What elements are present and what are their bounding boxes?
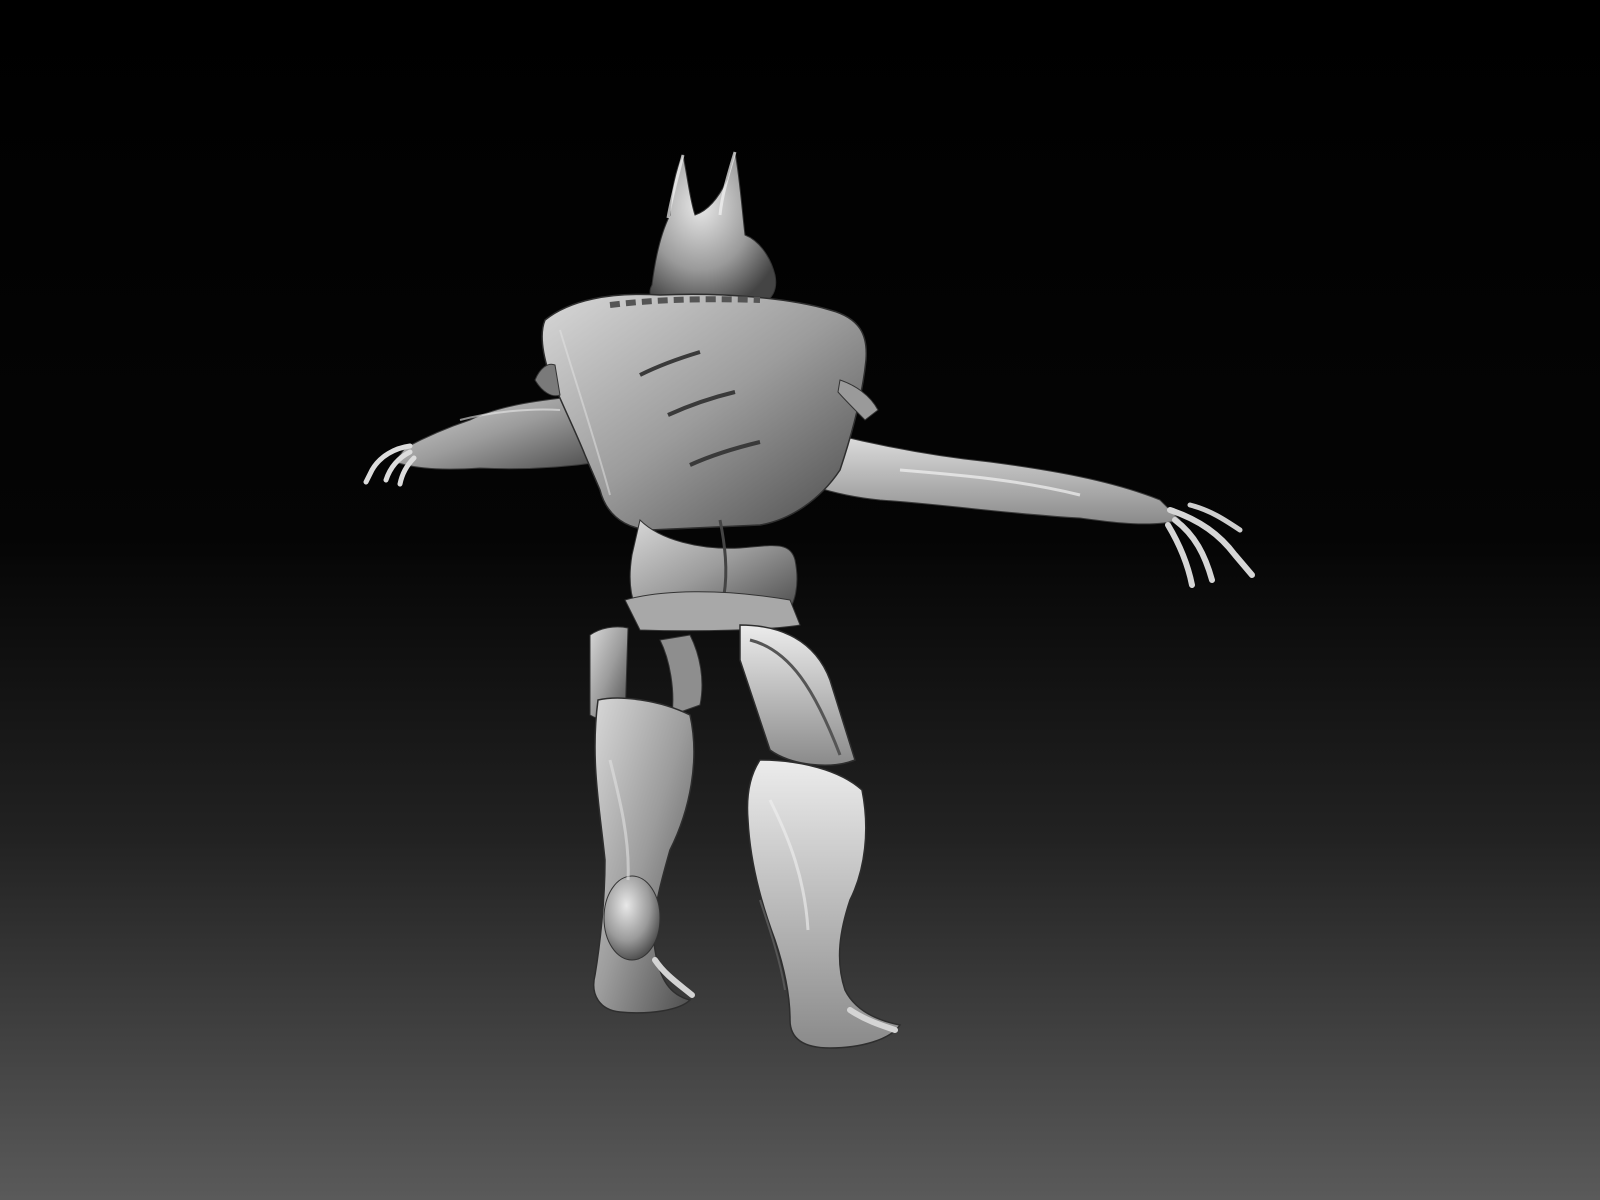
back-armor bbox=[541, 293, 868, 531]
sculpt-viewport[interactable] bbox=[0, 0, 1600, 1200]
left-leg bbox=[593, 697, 695, 1014]
creature-model[interactable] bbox=[0, 0, 1600, 1200]
head bbox=[649, 151, 777, 306]
right-leg bbox=[746, 759, 902, 1049]
